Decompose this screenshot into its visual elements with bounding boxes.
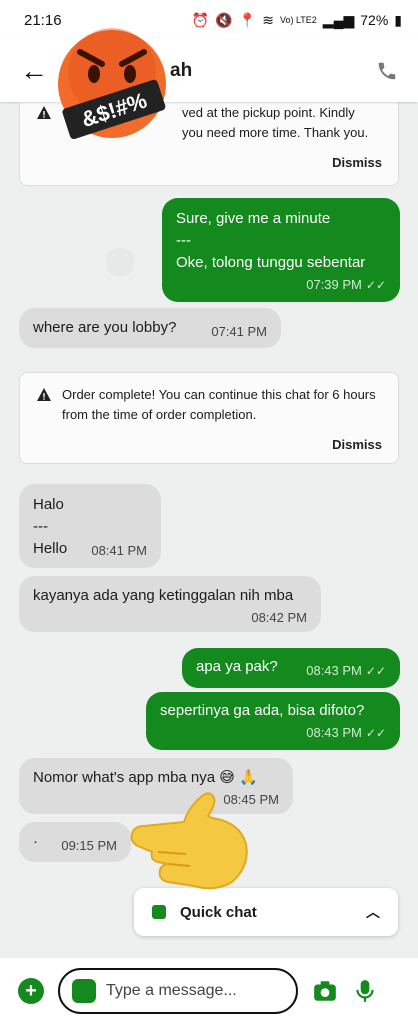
warning-icon bbox=[37, 388, 51, 401]
camera-icon[interactable] bbox=[312, 978, 338, 1004]
message-line: Oke, tolong tunggu sebentar bbox=[176, 254, 366, 271]
dismiss-button[interactable]: Dismiss bbox=[36, 435, 382, 455]
message-placeholder: Type a message... bbox=[106, 982, 237, 999]
message-time: 08:42 PM bbox=[251, 610, 307, 625]
read-ticks-icon: ✓✓ bbox=[365, 664, 386, 678]
message-line: · bbox=[33, 833, 38, 850]
alarm-icon: ⏰ bbox=[191, 11, 210, 28]
message-line: kayanya ada yang ketinggalan nih mba bbox=[33, 587, 294, 604]
location-icon: 📍 bbox=[238, 11, 257, 28]
chevron-up-icon[interactable]: ︿ bbox=[366, 902, 380, 922]
notice-text: Order complete! You can continue this ch… bbox=[62, 387, 376, 422]
angry-face-sticker: &$!#% bbox=[58, 28, 166, 140]
message-time: 08:41 PM bbox=[91, 543, 147, 558]
dismiss-button[interactable]: Dismiss bbox=[36, 153, 382, 173]
network-label: Vo) LTE2 bbox=[279, 15, 317, 25]
signal-icon: ▂▄▆ bbox=[322, 11, 355, 28]
quick-chat-label: Quick chat bbox=[180, 903, 257, 921]
message-bubble[interactable]: Sure, give me a minute --- Oke, tolong t… bbox=[162, 198, 400, 302]
order-complete-notice: Order complete! You can continue this ch… bbox=[19, 372, 399, 464]
message-bubble[interactable]: sepertinya ga ada, bisa difoto? 08:43 PM… bbox=[146, 692, 400, 750]
message-time: 07:39 PM bbox=[306, 277, 362, 292]
message-line: sepertinya ga ada, bisa difoto? bbox=[160, 702, 365, 719]
read-ticks-icon: ✓✓ bbox=[365, 726, 386, 740]
message-bubble[interactable]: · 09:15 PM bbox=[19, 822, 131, 862]
message-time: 08:43 PM bbox=[306, 725, 362, 740]
message-line: Sure, give me a minute bbox=[176, 210, 331, 227]
message-bubble[interactable]: kayanya ada yang ketinggalan nih mba 08:… bbox=[19, 576, 321, 632]
message-time: 09:15 PM bbox=[61, 838, 117, 853]
message-bubble[interactable]: where are you lobby? 07:41 PM bbox=[19, 308, 281, 348]
message-time: 07:41 PM bbox=[211, 324, 267, 339]
message-line: Halo bbox=[33, 496, 64, 513]
wifi-icon: ≋ bbox=[262, 11, 274, 28]
message-bubble[interactable]: Halo --- Hello 08:41 PM bbox=[19, 484, 161, 568]
read-ticks-icon: ✓✓ bbox=[365, 278, 386, 292]
phone-icon[interactable] bbox=[376, 60, 398, 82]
message-line: --- bbox=[33, 518, 48, 535]
sticker-icon[interactable] bbox=[72, 979, 96, 1003]
battery-level: 72% bbox=[360, 12, 389, 28]
quick-chat-icon bbox=[152, 905, 166, 919]
message-line: Nomor what's app mba nya 😅 🙏 bbox=[33, 769, 258, 786]
add-attachment-button[interactable]: + bbox=[18, 978, 44, 1004]
message-bubble[interactable]: apa ya pak? 08:43 PM ✓✓ bbox=[182, 648, 400, 688]
message-time: 08:43 PM bbox=[306, 663, 362, 678]
microphone-icon[interactable] bbox=[352, 978, 378, 1004]
mute-icon: 🔇 bbox=[215, 11, 233, 28]
battery-icon: ▮ bbox=[394, 11, 402, 28]
message-input-bar: + Type a message... bbox=[0, 958, 418, 1024]
message-line: where are you lobby? bbox=[33, 319, 177, 336]
message-line: --- bbox=[176, 232, 191, 249]
pointing-hand-sticker bbox=[130, 792, 248, 890]
message-input[interactable]: Type a message... bbox=[58, 968, 298, 1014]
quick-chat-button[interactable]: Quick chat ︿ bbox=[134, 888, 398, 936]
message-line: apa ya pak? bbox=[196, 658, 278, 675]
